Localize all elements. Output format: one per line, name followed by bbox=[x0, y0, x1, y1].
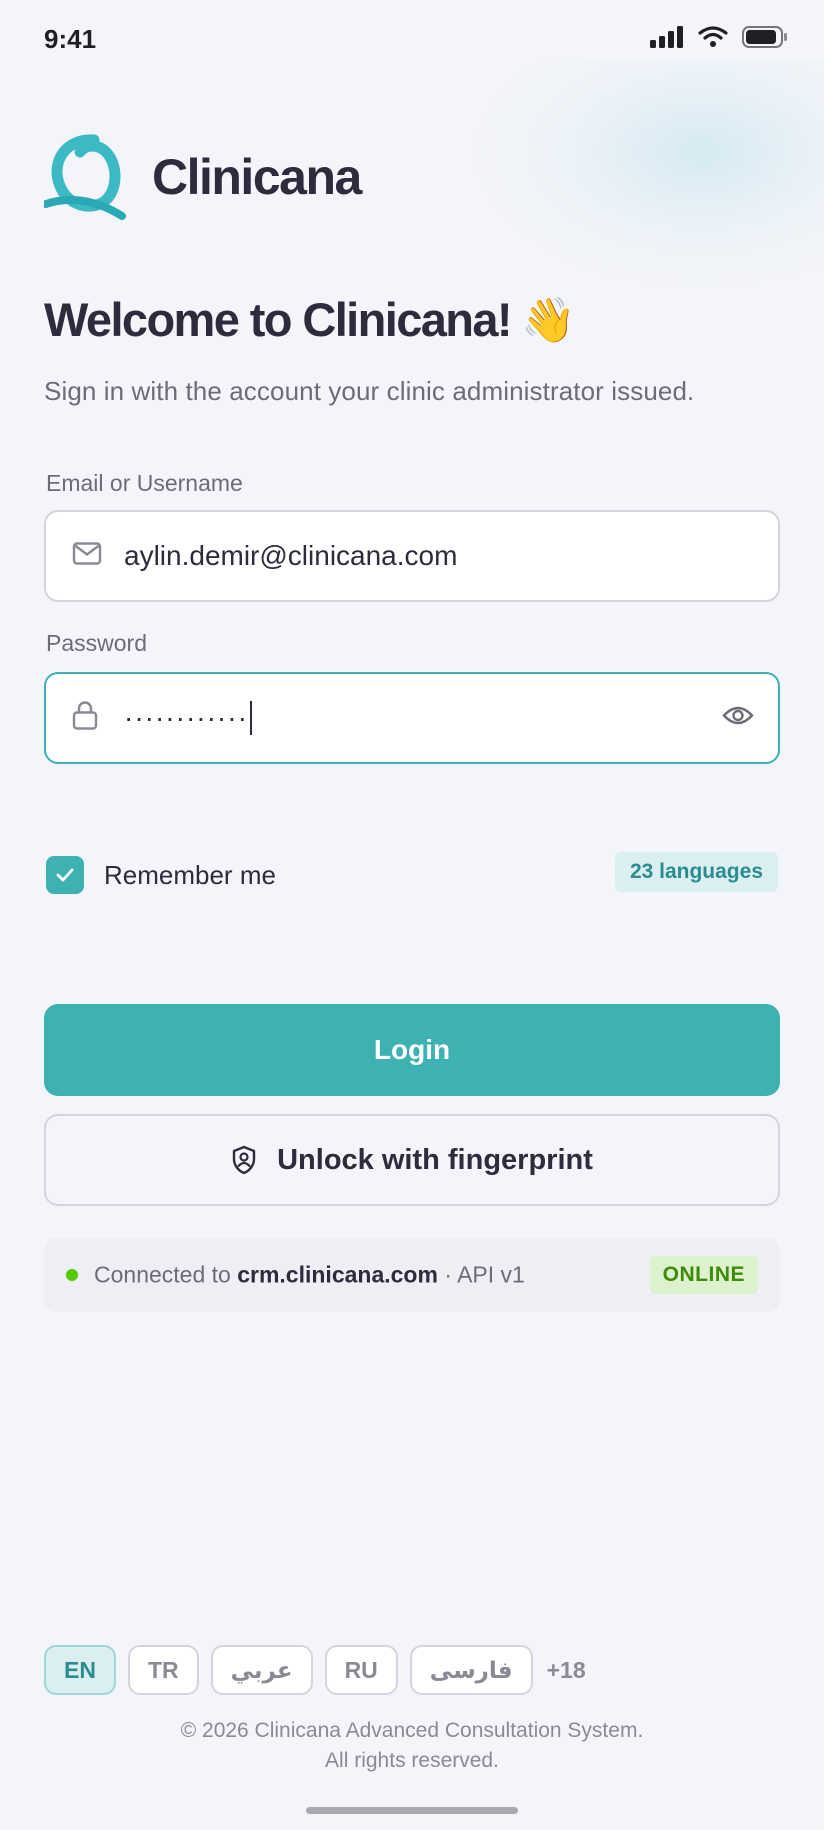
cellular-signal-icon bbox=[650, 26, 684, 53]
online-badge: ONLINE bbox=[649, 1256, 758, 1294]
shield-icon bbox=[231, 1145, 257, 1175]
connection-prefix: Connected to bbox=[94, 1261, 231, 1288]
connection-host: crm.clinicana.com bbox=[237, 1261, 438, 1288]
languages-badge: 23 languages bbox=[614, 852, 778, 892]
language-option-en[interactable]: EN bbox=[44, 1645, 116, 1695]
fingerprint-label: Unlock with fingerprint bbox=[277, 1143, 593, 1176]
footer-rights: All rights reserved. bbox=[325, 1749, 499, 1772]
more-languages[interactable]: +18 bbox=[547, 1657, 586, 1684]
password-value: ············ bbox=[124, 701, 252, 735]
connection-suffix: · API v1 bbox=[444, 1261, 525, 1288]
password-field[interactable]: ············ bbox=[44, 672, 780, 764]
text-caret bbox=[249, 701, 252, 735]
login-button[interactable]: Login bbox=[44, 1004, 780, 1096]
password-label: Password bbox=[46, 630, 147, 656]
login-screen: 9:41 Clinicana Welcome to Clinicana! 👋 S… bbox=[0, 0, 824, 1830]
mail-icon bbox=[72, 542, 102, 571]
welcome-subtitle: Sign in with the account your clinic adm… bbox=[44, 376, 695, 406]
status-icons bbox=[650, 26, 788, 53]
connection-text: Connected to crm.clinicana.com · API v1 bbox=[94, 1262, 525, 1289]
clinicana-logo-icon bbox=[44, 134, 126, 220]
brand-logo: Clinicana bbox=[44, 134, 362, 220]
waving-hand-icon: 👋 bbox=[520, 295, 576, 345]
language-option-ru[interactable]: RU bbox=[324, 1645, 398, 1695]
footer: © 2026 Clinicana Advanced Consultation S… bbox=[0, 1716, 824, 1776]
password-mask: ············ bbox=[124, 702, 248, 733]
status-time: 9:41 bbox=[44, 24, 97, 54]
footer-copyright: © 2026 Clinicana Advanced Consultation S… bbox=[180, 1719, 644, 1742]
remember-label: Remember me bbox=[104, 859, 276, 890]
language-option-tr[interactable]: TR bbox=[127, 1645, 199, 1695]
email-value: aylin.demir@clinicana.com bbox=[124, 540, 458, 571]
email-label: Email or Username bbox=[46, 470, 243, 496]
fingerprint-button[interactable]: Unlock with fingerprint bbox=[44, 1114, 780, 1206]
eye-icon[interactable] bbox=[722, 705, 754, 732]
wifi-icon bbox=[698, 26, 728, 53]
background-glow bbox=[470, 60, 824, 290]
check-icon bbox=[56, 868, 74, 882]
lock-icon bbox=[72, 701, 98, 736]
status-dot bbox=[66, 1269, 78, 1281]
language-option-ar[interactable]: عربي bbox=[210, 1645, 313, 1695]
battery-icon bbox=[742, 26, 788, 53]
welcome-title: Welcome to Clinicana! 👋 bbox=[44, 292, 576, 347]
language-option-fa[interactable]: فارسی bbox=[409, 1645, 533, 1695]
language-switcher: EN TR عربي RU فارسی +18 bbox=[44, 1645, 586, 1695]
home-indicator[interactable] bbox=[306, 1807, 518, 1814]
welcome-title-text: Welcome to Clinicana! bbox=[44, 293, 513, 346]
brand-name: Clinicana bbox=[152, 149, 362, 205]
remember-me[interactable]: Remember me bbox=[46, 856, 276, 894]
email-field[interactable]: aylin.demir@clinicana.com bbox=[44, 510, 780, 602]
remember-checkbox[interactable] bbox=[46, 856, 84, 894]
connection-status: Connected to crm.clinicana.com · API v1 … bbox=[44, 1238, 780, 1312]
